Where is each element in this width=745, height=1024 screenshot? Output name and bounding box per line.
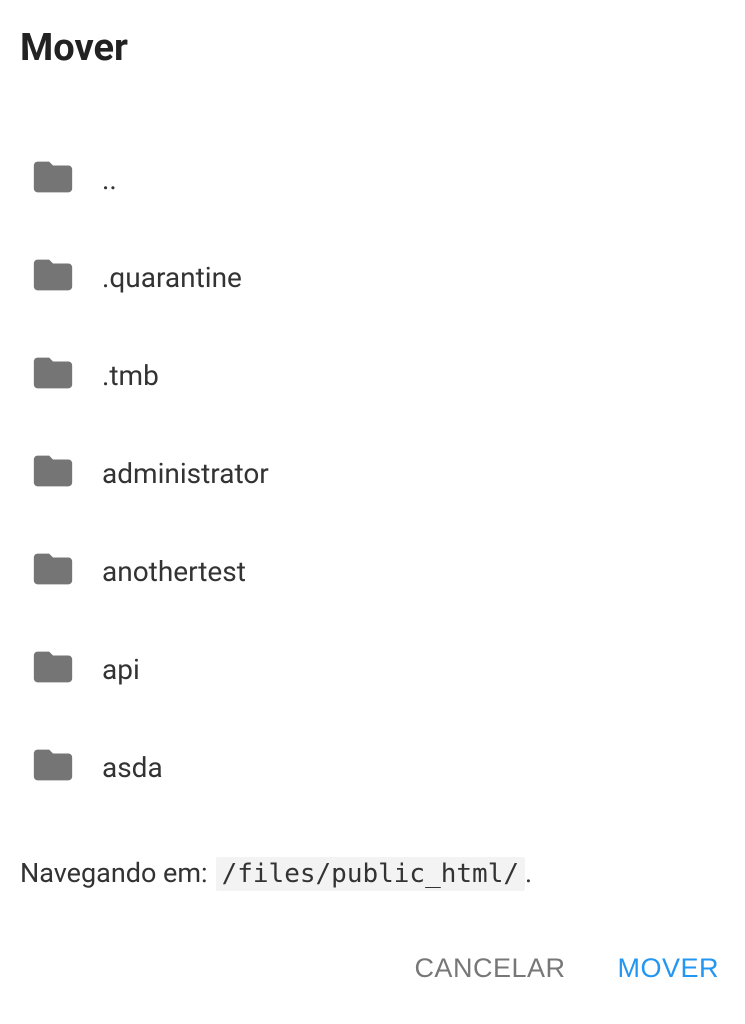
breadcrumb: Navegando em: /files/public_html/ .	[20, 857, 725, 891]
folder-list-wrapper: .. .quarantine .tmb administrator anothertes…	[20, 130, 725, 829]
folder-name: ..	[102, 163, 117, 196]
folder-item[interactable]: ..	[30, 130, 719, 228]
breadcrumb-suffix: .	[525, 857, 532, 889]
folder-item[interactable]: administrator	[30, 424, 719, 522]
folder-icon	[30, 644, 102, 694]
folder-name: .quarantine	[102, 261, 242, 294]
folder-item[interactable]: api	[30, 620, 719, 718]
folder-name: anothertest	[102, 555, 246, 588]
folder-name: api	[102, 653, 140, 686]
move-dialog: Mover .. .quarantine .tmb administrator anot…	[0, 0, 745, 1024]
folder-icon	[30, 350, 102, 400]
folder-icon	[30, 546, 102, 596]
folder-icon	[30, 154, 102, 204]
breadcrumb-label: Navegando em:	[20, 857, 208, 889]
folder-list[interactable]: .. .quarantine .tmb administrator anothertes…	[20, 130, 725, 829]
folder-icon	[30, 742, 102, 792]
folder-name: asda	[102, 751, 163, 784]
move-button[interactable]: MOVER	[613, 947, 723, 990]
folder-item[interactable]: anothertest	[30, 522, 719, 620]
folder-item[interactable]: asda	[30, 718, 719, 816]
breadcrumb-path: /files/public_html/	[216, 857, 525, 891]
folder-icon	[30, 252, 102, 302]
dialog-title: Mover	[20, 26, 725, 70]
cancel-button[interactable]: CANCELAR	[410, 947, 569, 990]
dialog-actions: CANCELAR MOVER	[20, 927, 725, 1004]
folder-item[interactable]: .quarantine	[30, 228, 719, 326]
folder-name: administrator	[102, 457, 269, 490]
folder-icon	[30, 448, 102, 498]
folder-item[interactable]: .tmb	[30, 326, 719, 424]
folder-name: .tmb	[102, 359, 159, 392]
